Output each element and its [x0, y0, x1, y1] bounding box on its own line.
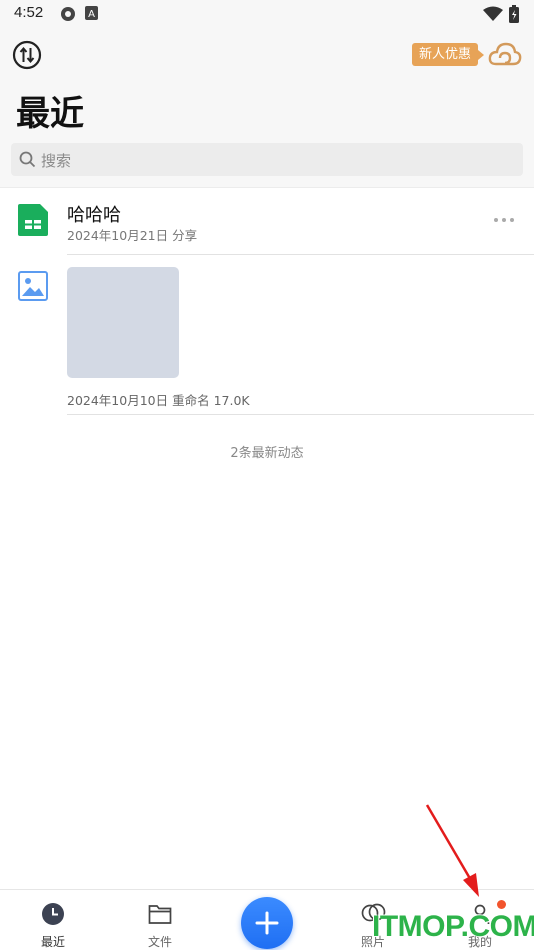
file-meta: 2024年10月21日 分享 [67, 228, 198, 243]
notification-a-icon: A [85, 6, 98, 20]
divider [67, 254, 534, 255]
image-thumbnail[interactable] [67, 267, 179, 378]
sort-icon[interactable] [12, 40, 42, 70]
plus-icon [255, 911, 279, 935]
add-button[interactable] [241, 897, 293, 949]
search-icon [19, 151, 36, 168]
status-time: 4:52 [14, 4, 44, 21]
divider [67, 414, 534, 415]
promo-badge[interactable]: 新人优惠 [412, 43, 485, 66]
clock-icon [42, 903, 64, 925]
nav-recent[interactable]: 最近 [13, 890, 93, 950]
spreadsheet-icon [18, 204, 48, 236]
search-placeholder: 搜索 [41, 152, 72, 170]
file-title: 哈哈哈 [67, 205, 121, 226]
nav-files[interactable]: 文件 [120, 890, 200, 950]
image-icon [18, 271, 48, 301]
nav-label: 文件 [147, 935, 172, 949]
more-options-icon[interactable] [490, 212, 518, 228]
nav-label: 最近 [40, 935, 65, 949]
svg-text:A: A [88, 9, 95, 20]
search-input[interactable]: 搜索 [11, 143, 523, 176]
battery-icon [509, 5, 519, 23]
folder-icon [148, 905, 172, 924]
update-note: 2条最新动态 [230, 446, 304, 461]
status-bar: 4:52 A [0, 0, 534, 28]
header: 新人优惠 最近 搜索 [0, 28, 534, 188]
page-title: 最近 [16, 94, 84, 134]
sync-status-icon [61, 7, 75, 21]
file-meta: 2024年10月10日 重命名 17.0K [67, 393, 250, 408]
cloud-icon[interactable] [488, 40, 522, 70]
watermark: ITMOP.COM [372, 910, 534, 943]
wifi-icon [483, 6, 503, 21]
notification-dot [497, 900, 506, 909]
